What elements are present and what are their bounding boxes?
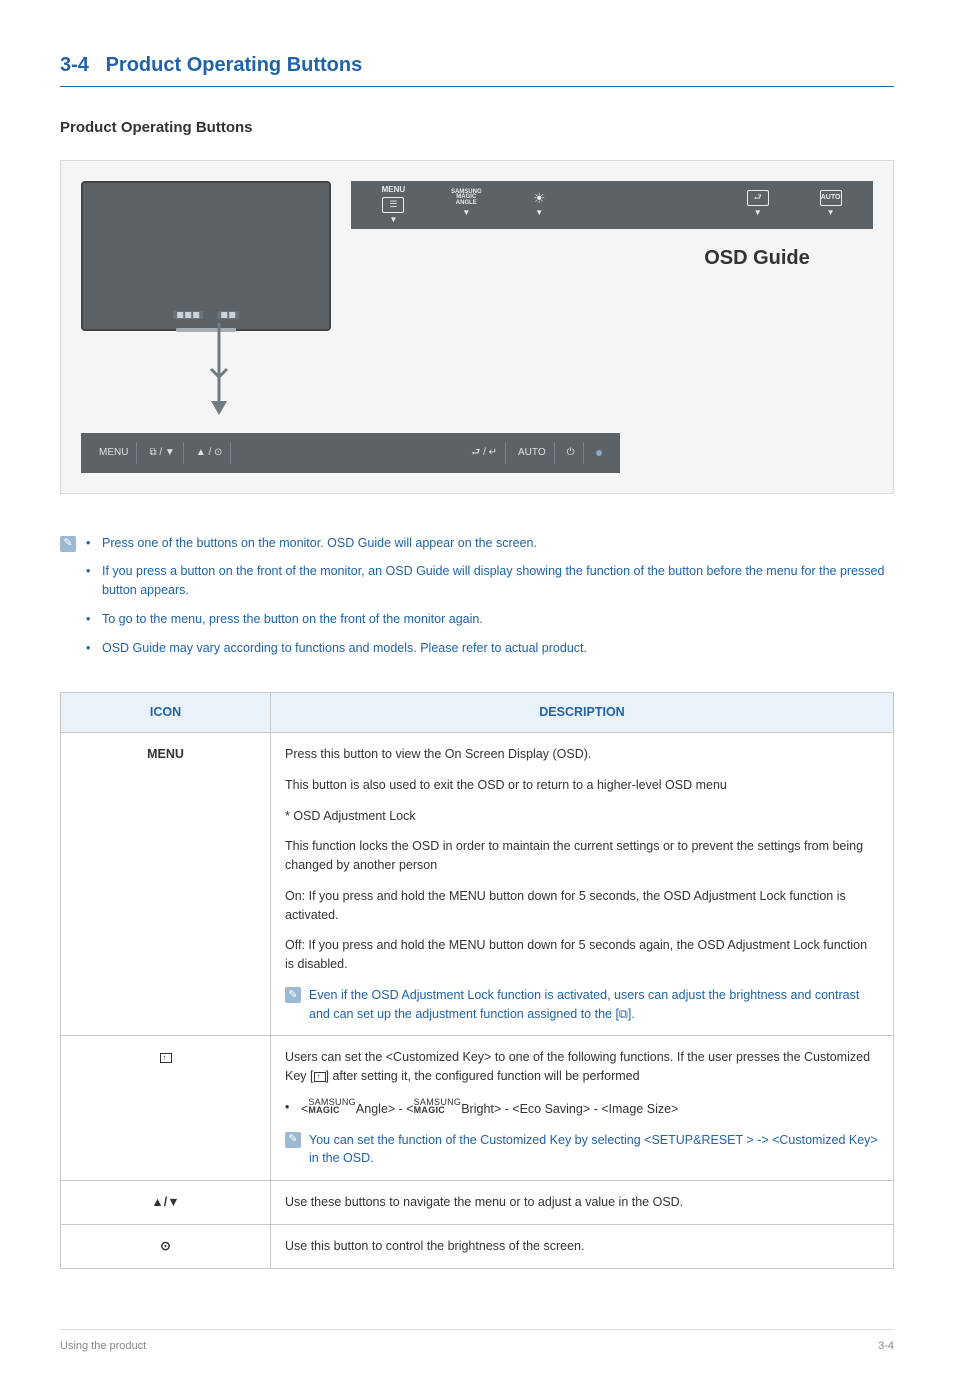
page-footer: Using the product 3-4 [60, 1329, 894, 1355]
btn-auto: AUTO [510, 442, 555, 464]
btn-up-bright: ▲ / ⊙ [188, 442, 232, 464]
note-text: Even if the OSD Adjustment Lock function… [309, 986, 879, 1024]
samsung-magic-logo: SAMSUNGMAGIC [414, 1098, 462, 1114]
samsung-magic-logo: SAMSUNGMAGIC [308, 1098, 356, 1114]
table-row: ▲/▼ Use these buttons to navigate the me… [61, 1181, 894, 1225]
btn-source-enter: ⮐ / ↵ [463, 442, 506, 464]
auto-icon: AUTO [820, 190, 842, 206]
footer-left: Using the product [60, 1338, 146, 1355]
cell-icon-menu: MENU [61, 733, 271, 1036]
cell-desc-custom: Users can set the <Customized Key> to on… [271, 1036, 894, 1181]
osd-cell-menu: MENU ☰ ▼ [361, 184, 426, 226]
info-bullet: Press one of the buttons on the monitor.… [86, 534, 894, 553]
cell-desc-nav: Use these buttons to navigate the menu o… [271, 1181, 894, 1225]
osd-guide-strip: MENU ☰ ▼ SAMSUNGMAGICANGLE ▼ ☀ ▼ ⮐ ▼ [351, 181, 873, 229]
options-bullet: <SAMSUNGMAGICAngle> - <SAMSUNGMAGICBrigh… [285, 1098, 879, 1119]
th-desc: DESCRIPTION [271, 693, 894, 733]
table-row: ⊙ Use this button to control the brightn… [61, 1224, 894, 1268]
cell-desc-bright: Use this button to control the brightnes… [271, 1224, 894, 1268]
monitor-illustration [81, 181, 331, 331]
osd-cell-angle: SAMSUNGMAGICANGLE ▼ [434, 190, 499, 219]
note-icon: ✎ [60, 536, 76, 552]
osd-guide-caption: OSD Guide [351, 243, 873, 273]
cell-desc-menu: Press this button to view the On Screen … [271, 733, 894, 1036]
note-text: You can set the function of the Customiz… [309, 1131, 879, 1169]
btn-power: ⏻ [559, 442, 584, 464]
info-bullet: To go to the menu, press the button on t… [86, 610, 894, 629]
physical-button-strip: MENU ⧉ / ▼ ▲ / ⊙ ⮐ / ↵ AUTO ⏻ [81, 433, 620, 473]
info-note-block: ✎ Press one of the buttons on the monito… [60, 534, 894, 668]
source-icon: ⮐ [747, 190, 769, 206]
menu-icon: ☰ [382, 197, 404, 213]
info-bullet: If you press a button on the front of th… [86, 562, 894, 600]
osd-cell-brightness: ☀ ▼ [507, 190, 572, 219]
table-row: Users can set the <Customized Key> to on… [61, 1036, 894, 1181]
note-icon: ✎ [285, 987, 301, 1003]
section-number: 3-4 [60, 54, 89, 76]
cell-icon-bright: ⊙ [61, 1224, 271, 1268]
th-icon: ICON [61, 693, 271, 733]
button-description-table: ICON DESCRIPTION MENU Press this button … [60, 692, 894, 1268]
btn-spacer [235, 442, 459, 464]
custom-key-icon [160, 1053, 172, 1063]
table-row: MENU Press this button to view the On Sc… [61, 733, 894, 1036]
btn-led [588, 442, 610, 464]
section-title: Product Operating Buttons [106, 54, 363, 76]
osd-cell-auto: AUTO ▼ [798, 190, 863, 219]
pointer-arrow-icon [199, 323, 239, 423]
illustration-panel: MENU ☰ ▼ SAMSUNGMAGICANGLE ▼ ☀ ▼ ⮐ ▼ [60, 160, 894, 494]
cell-icon-custom [61, 1036, 271, 1181]
info-bullet: OSD Guide may vary according to function… [86, 639, 894, 658]
btn-menu: MENU [91, 442, 137, 464]
subsection-title: Product Operating Buttons [60, 117, 894, 140]
footer-right: 3-4 [878, 1338, 894, 1355]
brightness-icon: ☀ [528, 190, 550, 206]
custom-key-icon [314, 1072, 326, 1082]
cell-icon-nav: ▲/▼ [61, 1181, 271, 1225]
led-dot-icon [596, 450, 602, 456]
note-icon: ✎ [285, 1132, 301, 1148]
section-header: 3-4 Product Operating Buttons [60, 50, 894, 87]
osd-cell-source: ⮐ ▼ [725, 190, 790, 219]
btn-custom-down: ⧉ / ▼ [141, 442, 183, 464]
